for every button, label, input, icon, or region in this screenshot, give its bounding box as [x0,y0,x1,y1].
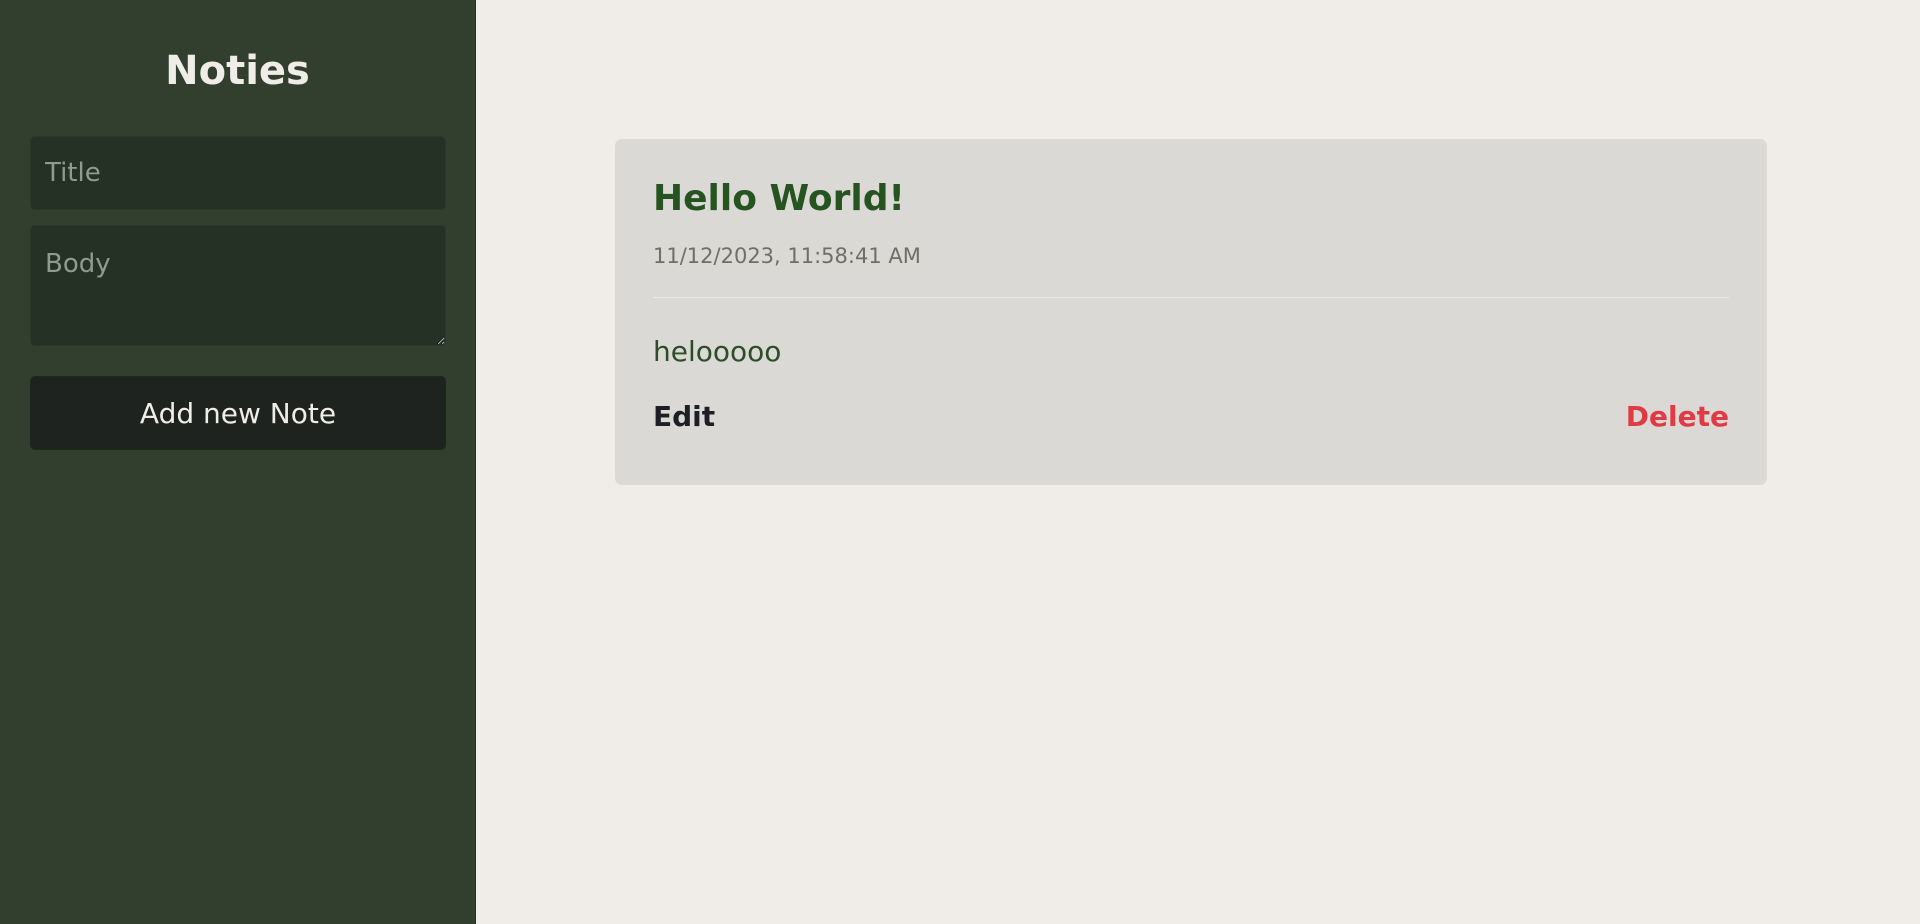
delete-button[interactable]: Delete [1626,400,1729,433]
sidebar: Noties Add new Note [0,0,476,924]
app-title: Noties [165,48,310,94]
note-body: helooooo [653,335,782,368]
add-note-button[interactable]: Add new Note [30,376,446,450]
note-divider [653,297,1729,298]
note-actions: Edit Delete [653,400,1729,433]
notes-area: Hello World! 11/12/2023, 11:58:41 AM hel… [476,0,1920,924]
title-input[interactable] [30,136,446,210]
body-textarea[interactable] [30,225,446,346]
note-timestamp: 11/12/2023, 11:58:41 AM [653,244,921,268]
note-title: Hello World! [653,178,905,219]
edit-button[interactable]: Edit [653,400,715,433]
note-card: Hello World! 11/12/2023, 11:58:41 AM hel… [615,139,1767,485]
